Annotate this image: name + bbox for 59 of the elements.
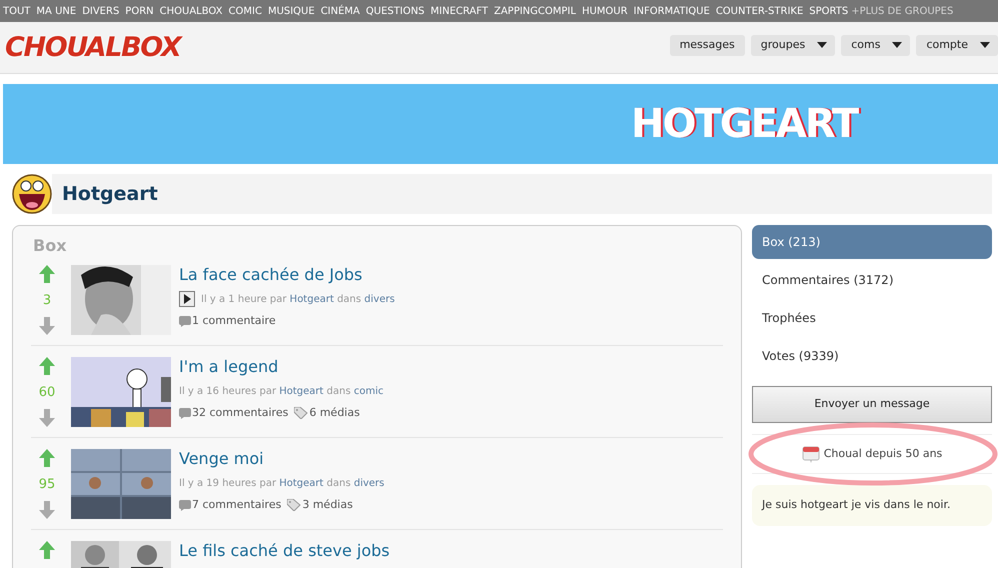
post-title[interactable]: Venge moi [179,449,384,469]
nav-link[interactable]: CINÉMA [320,4,360,18]
header-button[interactable]: groupes [750,34,836,56]
nav-link[interactable]: COUNTER-STRIKE [716,4,804,18]
upvote-icon[interactable] [39,357,55,375]
nav-link[interactable]: INFORMATIQUE [634,4,710,18]
post-title[interactable]: I'm a legend [179,357,384,377]
banner-title: HOTGEART [631,104,858,144]
sidebar-tab[interactable]: Box (213) [752,225,992,259]
post-meta: Il y a 19 heures par Hotgeart dans divers [179,476,384,490]
header-button[interactable]: compte [916,34,998,56]
comments-link[interactable]: 7 commentaires [192,497,282,514]
upvote-icon[interactable] [39,449,55,467]
medias-link[interactable]: 6 médias [309,405,360,422]
send-message-button[interactable]: Envoyer un message [752,386,992,423]
comments-link[interactable]: 1 commentaire [192,313,276,330]
sidebar-tab[interactable]: Trophées [752,301,992,335]
nav-link[interactable]: DIVERS [82,4,120,18]
sidebar-tab[interactable]: Commentaires (3172) [752,263,992,297]
nav-link[interactable]: HUMOUR [582,4,628,18]
downvote-icon[interactable] [39,409,55,427]
upvote-icon[interactable] [39,265,55,283]
more-groups-link[interactable]: +PLUS DE GROUPES [851,4,954,18]
header-button[interactable]: messages [670,34,745,56]
vote-score: 95 [38,478,56,490]
section-heading: Box [32,235,68,257]
header-button[interactable]: coms [841,34,910,56]
downvote-icon[interactable] [39,501,55,519]
post-title[interactable]: Le fils caché de steve jobs [179,541,390,561]
tag-icon [294,407,308,420]
site-logo[interactable]: CHOUALBOX [5,34,180,61]
nav-link[interactable]: MINECRAFT [430,4,488,18]
upvote-icon[interactable] [39,541,55,559]
comment-icon [179,500,191,511]
downvote-icon[interactable] [39,317,55,335]
calendar-icon [802,445,820,463]
profile-name: Hotgeart [62,182,158,207]
comment-icon [179,408,191,419]
comments-link[interactable]: 32 commentaires [192,405,288,422]
post-meta: Il y a 16 heures par Hotgeart dans comic [179,384,384,398]
member-since: Choual depuis 50 ans [824,446,942,462]
nav-link[interactable]: QUESTIONS [366,4,425,18]
vote-score: 60 [38,386,56,398]
nav-link[interactable]: TOUT [3,4,30,18]
sidebar-tab[interactable]: Votes (9339) [752,339,992,373]
post-meta: Il y a 1 heure par Hotgeart dans divers [201,292,395,306]
nav-link[interactable]: SPORTS [809,4,848,18]
nav-link[interactable]: MA UNE [36,4,76,18]
nav-link[interactable]: COMIC [228,4,262,18]
nav-link[interactable]: PORN [125,4,154,18]
nav-link[interactable]: CHOUALBOX [160,4,223,18]
profile-bio: Je suis hotgeart je vis dans le noir. [762,497,952,513]
post-title[interactable]: La face cachée de Jobs [179,265,395,285]
tag-icon [287,499,302,512]
nav-link[interactable]: ZAPPINGCOMPIL [494,4,576,18]
nav-link[interactable]: MUSIQUE [268,4,315,18]
comment-icon [179,316,191,327]
vote-score: 3 [42,294,52,306]
medias-link[interactable]: 3 médias [302,497,353,514]
